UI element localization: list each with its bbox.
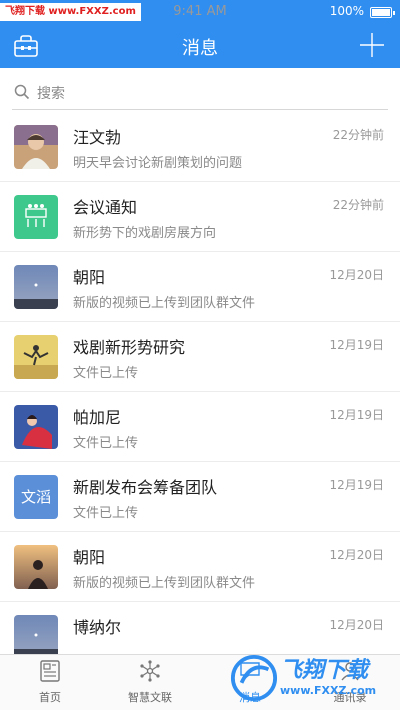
message-time: 12月19日 (329, 408, 384, 422)
page-title: 消息 (182, 38, 218, 59)
message-row[interactable]: 戏剧新形势研究 文件已上传 12月19日 (0, 322, 400, 392)
search-bar: 搜索 (0, 68, 400, 112)
message-row[interactable]: 会议通知 新形势下的戏剧房展方向 22分钟前 (0, 182, 400, 252)
message-list: 汪文勃 明天早会讨论新剧策划的问题 22分钟前 会议通知 新形势下的戏剧房展方向… (0, 112, 400, 654)
status-bar: 飞翔下载 www.FXXZ.com 9:41 AM 100% (0, 0, 400, 24)
nav-bar: 消息 (0, 24, 400, 68)
brand-watermark: 飞翔下载 www.FXXZ.com (228, 650, 396, 708)
message-time: 12月19日 (329, 478, 384, 492)
message-sender: 会议通知 (73, 198, 138, 217)
message-time: 12月20日 (329, 618, 384, 632)
message-sender: 汪文勃 (73, 128, 122, 147)
watermark-logo-icon (230, 654, 278, 702)
message-preview: 新版的视频已上传到团队群文件 (73, 296, 256, 311)
avatar (14, 335, 58, 379)
watermark-url: www.FXXZ.com (280, 684, 377, 697)
search-icon (14, 84, 30, 100)
message-sender: 博纳尔 (73, 618, 122, 637)
avatar (14, 545, 58, 589)
message-preview: 新版的视频已上传到团队群文件 (73, 576, 256, 591)
watermark-text: 飞翔下载 (280, 658, 369, 683)
message-row[interactable]: 朝阳 新版的视频已上传到团队群文件 12月20日 (0, 532, 400, 602)
message-preview: 明天早会讨论新剧策划的问题 (73, 156, 243, 171)
meeting-icon (14, 195, 58, 239)
search-input[interactable]: 搜索 (12, 74, 388, 110)
message-sender: 帕加尼 (73, 408, 122, 427)
battery-icon (370, 7, 395, 18)
avatar (14, 265, 58, 309)
message-preview: 新形势下的戏剧房展方向 (73, 226, 217, 241)
battery-percent: 100% (329, 4, 364, 18)
avatar (14, 615, 58, 654)
avatar-text: 文滔 (14, 475, 58, 519)
message-time: 12月20日 (329, 548, 384, 562)
avatar (14, 405, 58, 449)
message-sender: 朝阳 (73, 548, 106, 567)
message-preview: 文件已上传 (73, 506, 139, 521)
document-icon (38, 659, 62, 683)
message-row[interactable]: 帕加尼 文件已上传 12月19日 (0, 392, 400, 462)
search-placeholder: 搜索 (37, 86, 65, 102)
message-time: 12月20日 (329, 268, 384, 282)
message-time: 12月19日 (329, 338, 384, 352)
tab-smart-culture[interactable]: 智慧文联 (100, 655, 200, 710)
avatar (14, 125, 58, 169)
message-row[interactable]: 博纳尔 12月20日 (0, 602, 400, 654)
message-preview: 文件已上传 (73, 366, 139, 381)
tab-label: 智慧文联 (128, 691, 172, 704)
message-row[interactable]: 汪文勃 明天早会讨论新剧策划的问题 22分钟前 (0, 112, 400, 182)
avatar: 文滔 (14, 475, 58, 519)
message-row[interactable]: 文滔 新剧发布会筹备团队 文件已上传 12月19日 (0, 462, 400, 532)
message-preview: 文件已上传 (73, 436, 139, 451)
message-sender: 新剧发布会筹备团队 (73, 478, 218, 497)
tab-label: 首页 (39, 691, 61, 704)
message-time: 22分钟前 (332, 128, 384, 142)
message-sender: 朝阳 (73, 268, 106, 287)
tab-home[interactable]: 首页 (0, 655, 100, 710)
message-sender: 戏剧新形势研究 (73, 338, 186, 357)
plus-icon[interactable] (358, 31, 386, 59)
network-icon (138, 659, 162, 683)
message-row[interactable]: 朝阳 新版的视频已上传到团队群文件 12月20日 (0, 252, 400, 322)
message-time: 22分钟前 (332, 198, 384, 212)
